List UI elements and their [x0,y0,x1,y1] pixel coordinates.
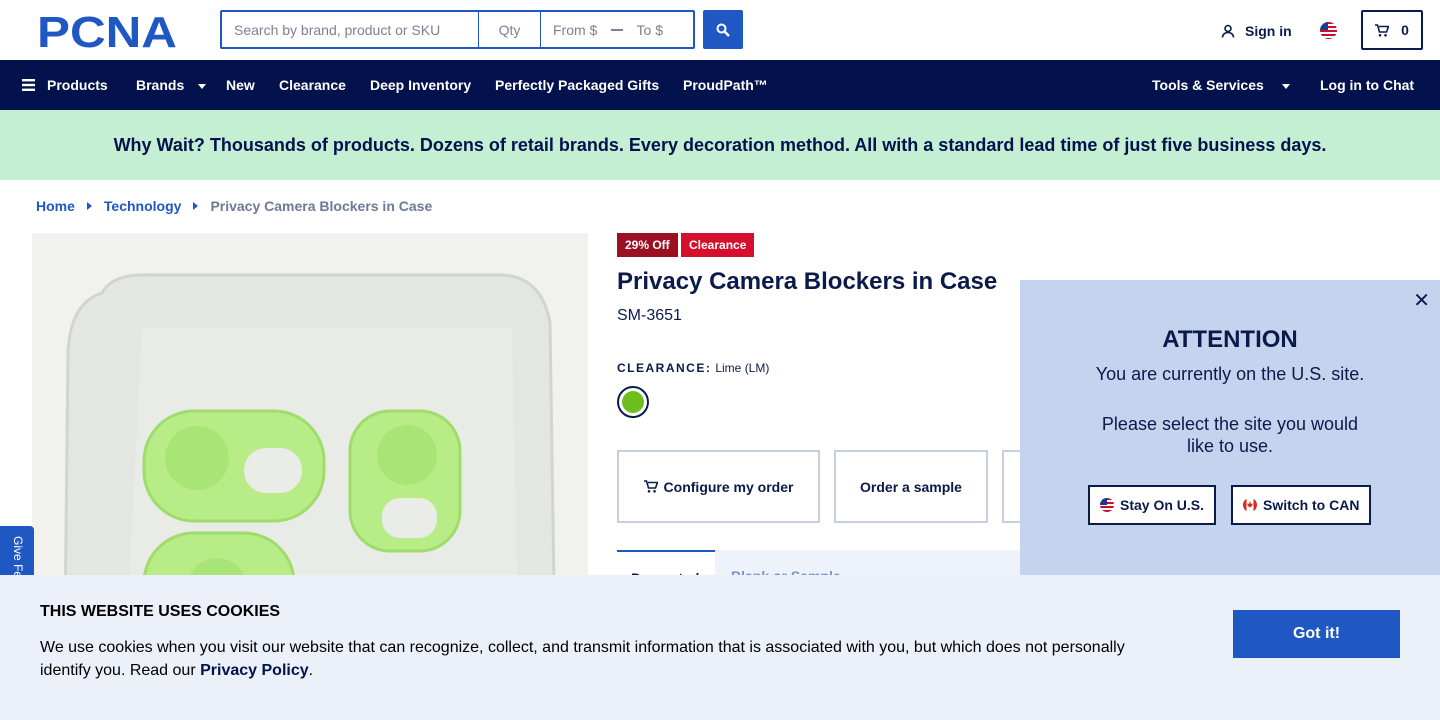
breadcrumb-current: Privacy Camera Blockers in Case [210,198,433,214]
sign-in-label: Sign in [1245,23,1292,39]
us-flag-icon[interactable] [1320,22,1337,39]
close-icon[interactable]: ✕ [1413,288,1430,313]
price-range: From $ To $ [541,12,693,47]
color-swatch-lime[interactable] [617,386,649,418]
privacy-policy-link[interactable]: Privacy Policy [200,662,309,679]
search-icon [716,23,730,37]
stay-us-button[interactable]: Stay On U.S. [1088,485,1217,525]
nav-gifts[interactable]: Perfectly Packaged Gifts [495,60,659,110]
nav-deep-inventory[interactable]: Deep Inventory [370,60,471,110]
cart-count: 0 [1401,22,1409,38]
sign-in-link[interactable]: Sign in [1221,20,1292,42]
stay-us-label: Stay On U.S. [1120,497,1205,513]
nav-log-in-chat[interactable]: Log in to Chat [1320,60,1414,110]
discount-badge: 29% Off [617,233,678,257]
price-to-input[interactable]: To $ [637,22,663,38]
nav-brands-label: Brands [136,77,185,93]
modal-current-site: You are currently on the U.S. site. [1095,364,1365,384]
top-header: PCNA Search by brand, product or SKU Qty… [0,0,1440,60]
range-dash [610,28,623,31]
cookie-accept-button[interactable]: Got it! [1233,610,1400,658]
modal-instruction: Please select the site you would like to… [1101,414,1359,456]
nav-clearance[interactable]: Clearance [279,60,346,110]
pcna-logo[interactable]: PCNA [37,12,185,50]
order-sample-button[interactable]: Order a sample [834,450,988,523]
color-name: Lime (LM) [715,361,770,375]
nav-new[interactable]: New [226,60,255,110]
search-bar: Search by brand, product or SKU Qty From… [220,10,695,49]
breadcrumb-home[interactable]: Home [36,198,75,214]
swatch-fill [622,391,644,413]
search-input[interactable]: Search by brand, product or SKU [222,12,479,47]
product-title: Privacy Camera Blockers in Case [617,268,998,295]
us-flag-icon [1100,498,1114,512]
modal-title: ATTENTION [1162,326,1298,353]
breadcrumb-arrow-icon [193,202,199,210]
cookie-period: . [308,662,314,679]
site-select-modal: ✕ ATTENTION You are currently on the U.S… [1020,280,1440,580]
user-icon [1221,24,1235,38]
logo-text: PCNA [37,12,177,50]
hamburger-icon [22,79,35,91]
breadcrumb: Home Technology Privacy Camera Blockers … [36,198,432,214]
product-sku: SM-3651 [617,307,682,324]
nav-products-label: Products [47,77,108,93]
breadcrumb-arrow-icon [86,202,92,210]
nav-tools-label: Tools & Services [1152,77,1264,93]
cookie-text: We use cookies when you visit our websit… [40,636,1150,682]
clearance-color-label: CLEARANCE: Lime (LM) [617,361,769,375]
nav-tools-services[interactable]: Tools & Services [1152,60,1290,110]
cookie-banner: THIS WEBSITE USES COOKIES We use cookies… [0,575,1440,720]
cart-icon [643,480,658,493]
switch-can-label: Switch to CAN [1263,497,1360,513]
switch-can-button[interactable]: Switch to CAN [1231,485,1372,525]
chevron-down-icon [1281,83,1290,89]
quantity-input[interactable]: Qty [479,12,541,47]
configure-label: Configure my order [663,478,794,495]
cart-icon [1375,23,1390,37]
main-nav: Products Brands New Clearance Deep Inven… [0,60,1440,110]
canada-flag-icon [1243,498,1257,512]
nav-proudpath[interactable]: ProudPath™ [683,60,768,110]
clearance-badge: Clearance [681,233,755,257]
clearance-label: CLEARANCE: [617,361,712,375]
search-button[interactable] [703,10,743,49]
cookie-title: THIS WEBSITE USES COOKIES [40,603,281,620]
promo-banner: Why Wait? Thousands of products. Dozens … [0,110,1440,180]
breadcrumb-technology[interactable]: Technology [104,198,182,214]
nav-brands[interactable]: Brands [136,60,207,110]
configure-order-button[interactable]: Configure my order [617,450,820,523]
nav-products[interactable]: Products [22,60,108,110]
chevron-down-icon [198,83,207,89]
cart-button[interactable]: 0 [1361,10,1423,50]
price-from-input[interactable]: From $ [553,22,597,38]
